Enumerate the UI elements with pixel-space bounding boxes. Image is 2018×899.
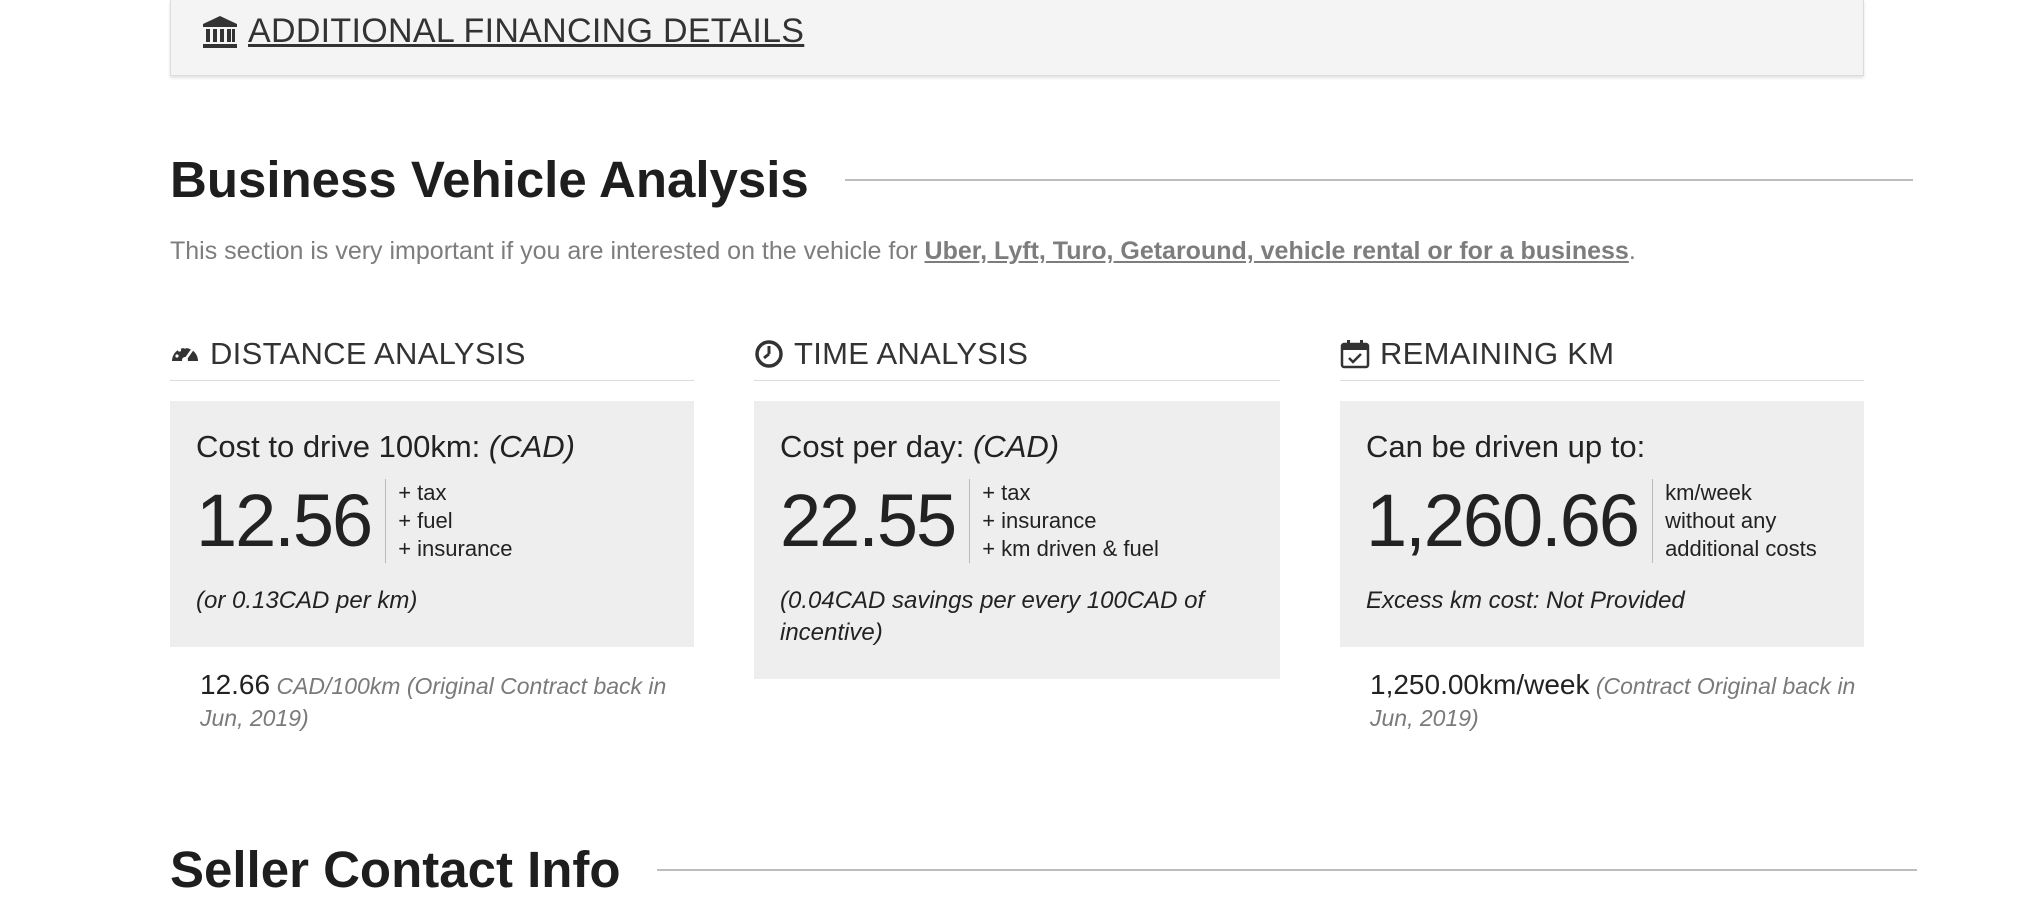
remaining-km-heading: REMAINING KM [1340,332,1864,381]
analysis-header: Business Vehicle Analysis [170,150,1913,209]
time-card-unit: (CAD) [972,429,1060,464]
financing-details-link[interactable]: ADDITIONAL FINANCING DETAILS [202,12,804,51]
remaining-card: Can be driven up to: 1,260.66 km/week wi… [1340,401,1864,647]
distance-extras: + tax + fuel + insurance [386,479,512,563]
time-analysis-column: TIME ANALYSIS Cost per day: (CAD) 22.55 … [754,332,1280,679]
analysis-title: Business Vehicle Analysis [170,151,809,208]
distance-original-text: CAD/100km (Original Contract back in Jun… [200,673,667,731]
time-savings-note: (0.04CAD savings per every 100CAD of inc… [780,587,1205,646]
remaining-original-contract: 1,250.00km/week (Contract Original back … [1340,669,1864,734]
distance-card-label: Cost to drive 100km: [196,429,489,464]
time-analysis-heading-label: TIME ANALYSIS [794,336,1029,371]
distance-extra: + fuel [398,508,453,533]
distance-extra: + tax [398,480,447,505]
remaining-extra: without any [1665,508,1777,533]
distance-card-title: Cost to drive 100km: (CAD) [196,429,668,465]
time-extra: + km driven & fuel [982,536,1159,561]
calendar-check-icon [1340,340,1370,369]
distance-analysis-heading: DISTANCE ANALYSIS [170,332,694,381]
tachometer-icon [172,345,198,363]
remaining-original-value: 1,250.00km/week [1370,669,1590,700]
distance-card-unit: (CAD) [488,429,576,464]
analysis-title-rule [844,178,1913,181]
time-extras: + tax + insurance + km driven & fuel [970,479,1159,563]
intro-business-link[interactable]: Uber, Lyft, Turo, Getaround, vehicle ren… [925,237,1629,265]
time-card-label: Cost per day: [780,429,973,464]
remaining-card-title: Can be driven up to: [1366,429,1646,464]
intro-text: This section is very important if you ar… [170,237,925,265]
distance-original-contract: 12.66 CAD/100km (Original Contract back … [170,669,694,734]
time-cost-value: 22.55 [780,479,971,563]
time-analysis-heading: TIME ANALYSIS [754,332,1280,381]
distance-analysis-heading-label: DISTANCE ANALYSIS [210,336,526,371]
financing-details-label: ADDITIONAL FINANCING DETAILS [248,12,805,50]
analysis-intro: This section is very important if you ar… [170,237,1636,266]
time-card-title: Cost per day: (CAD) [780,429,1254,465]
time-extra: + insurance [982,508,1097,533]
seller-title: Seller Contact Info [170,841,621,898]
distance-cost-value: 12.56 [196,479,387,563]
distance-card: Cost to drive 100km: (CAD) 12.56 + tax +… [170,401,694,647]
distance-analysis-column: DISTANCE ANALYSIS Cost to drive 100km: (… [170,332,694,734]
clock-icon [755,340,783,368]
distance-extra: + insurance [398,536,513,561]
excess-km-note: Excess km cost: Not Provided [1366,587,1685,614]
distance-per-km-note: (or 0.13CAD per km) [196,587,418,614]
remaining-km-value: 1,260.66 [1366,479,1654,563]
remaining-km-column: REMAINING KM Can be driven up to: 1,260.… [1340,332,1864,734]
remaining-extras: km/week without any additional costs [1653,479,1817,563]
remaining-extra: additional costs [1665,536,1817,561]
financing-panel: ADDITIONAL FINANCING DETAILS [170,0,1864,76]
intro-end: . [1628,237,1636,265]
time-extra: + tax [982,480,1031,505]
distance-original-value: 12.66 [200,669,271,700]
time-card: Cost per day: (CAD) 22.55 + tax + insura… [754,401,1280,679]
bank-icon [203,15,237,48]
seller-header: Seller Contact Info [170,840,1917,899]
remaining-km-heading-label: REMAINING KM [1380,336,1615,371]
seller-title-rule [656,868,1917,871]
remaining-extra: km/week [1665,480,1752,505]
